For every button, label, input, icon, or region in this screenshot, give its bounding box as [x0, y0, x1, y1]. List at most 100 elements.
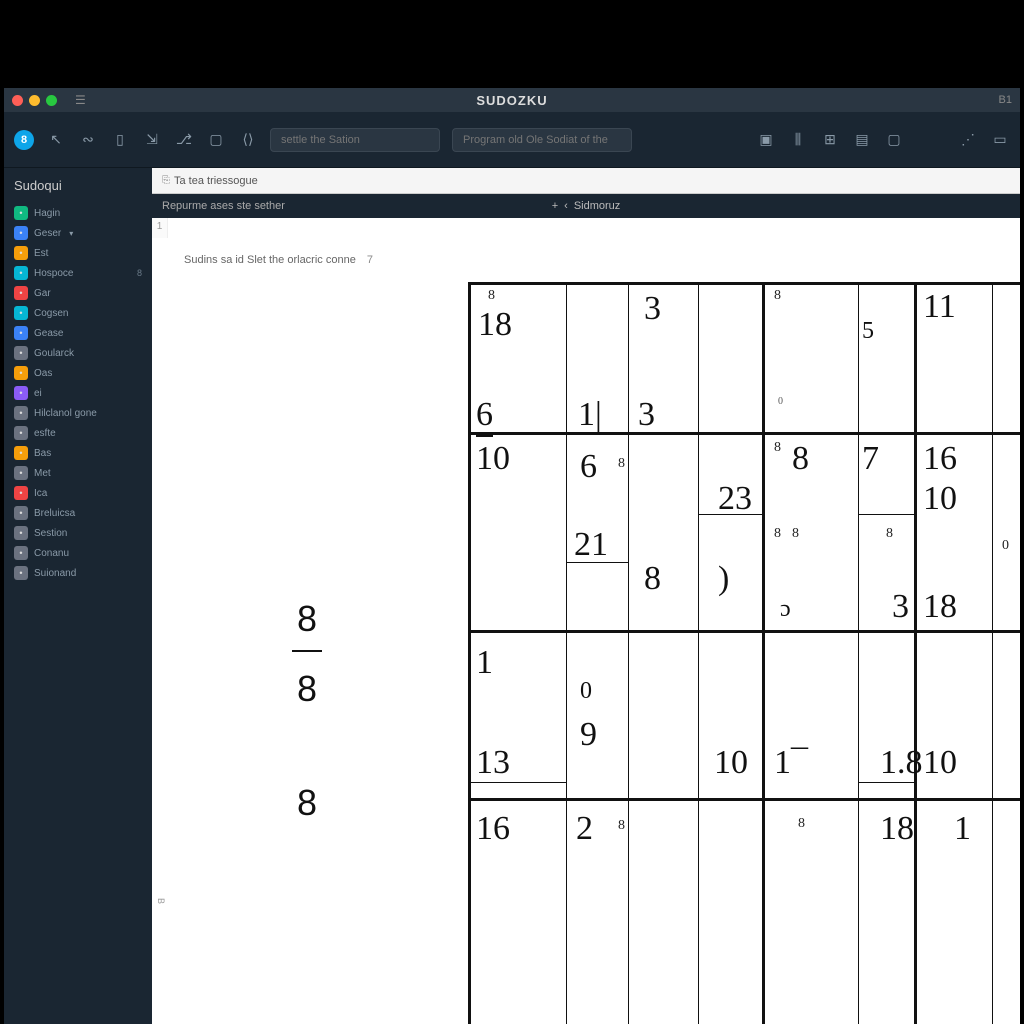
sidebar-item-10[interactable]: •Hilclanol gone: [12, 403, 144, 423]
sidebar-item-12[interactable]: •Bas: [12, 443, 144, 463]
grid-cell-5[interactable]: 11: [923, 288, 956, 326]
grid-cell-26[interactable]: ɔ: [780, 596, 791, 623]
sidebar-item-17[interactable]: •Conanu: [12, 543, 144, 563]
grid-cell-6[interactable]: 6: [476, 396, 493, 437]
breadcrumb: Repurme ases ste sether: [162, 200, 285, 212]
grid-cell-10[interactable]: 10: [476, 440, 510, 478]
grid-cell-39[interactable]: 8: [618, 818, 625, 834]
side-numbers: 8 8 8: [292, 598, 322, 824]
grid-cell-15[interactable]: 8: [792, 440, 809, 478]
grid-cell-8[interactable]: 3: [638, 396, 655, 434]
grid-cell-30[interactable]: 0: [580, 678, 592, 705]
sidebar-item-18[interactable]: •Suionand: [12, 563, 144, 583]
grid-cell-19[interactable]: 21: [574, 526, 608, 564]
traffic-lights: [12, 95, 57, 106]
grid-cell-38[interactable]: 2: [576, 810, 593, 848]
main-area: ⎘ Ta tea triessogue Repurme ases ste set…: [152, 168, 1020, 1024]
grid-cell-4[interactable]: 5: [862, 318, 874, 345]
list-icon[interactable]: ▤: [852, 131, 872, 148]
sidebar-item-9[interactable]: •ei: [12, 383, 144, 403]
sidebar-item-5[interactable]: •Cogsen: [12, 303, 144, 323]
grid-cell-22[interactable]: 8: [774, 526, 781, 542]
grid-cell-31[interactable]: 9: [580, 716, 597, 754]
grid-cell-17[interactable]: 16: [923, 440, 957, 478]
sidebar-item-1[interactable]: •Geser▾: [12, 223, 144, 243]
grid-cell-42[interactable]: 1: [954, 810, 971, 848]
sidebar-item-2[interactable]: •Est: [12, 243, 144, 263]
grid-cell-27[interactable]: 3: [892, 588, 909, 626]
grid-cell-13[interactable]: 23: [718, 480, 752, 518]
grid-cell-25[interactable]: 0: [1002, 538, 1009, 554]
grid-cell-41[interactable]: 18: [880, 810, 914, 848]
grid-cell-33[interactable]: 10: [714, 744, 748, 782]
square-icon[interactable]: ▢: [884, 131, 904, 148]
sidebar-icon: •: [14, 306, 28, 320]
grid-cell-21[interactable]: ): [718, 560, 729, 598]
grid-cell-14[interactable]: 8: [774, 440, 781, 456]
grid-cell-20[interactable]: 8: [644, 560, 661, 598]
sidebar-item-16[interactable]: •Sestion: [12, 523, 144, 543]
secondary-input[interactable]: [452, 128, 632, 152]
subheader-label: Sidmoruz: [574, 200, 620, 212]
grid-cell-35[interactable]: 1.8: [880, 744, 923, 782]
sidebar-item-8[interactable]: •Oas: [12, 363, 144, 383]
document-icon[interactable]: ▯: [110, 131, 130, 148]
sidebar-item-0[interactable]: •Hagin: [12, 203, 144, 223]
sidebar-item-7[interactable]: •Goularck: [12, 343, 144, 363]
grid-cell-16[interactable]: 7: [862, 440, 879, 478]
sidebar-icon: •: [14, 386, 28, 400]
sidebar-item-label: Ica: [34, 488, 47, 499]
sidebar-item-13[interactable]: •Met: [12, 463, 144, 483]
grid-cell-24[interactable]: 8: [886, 526, 893, 542]
sidebar-item-label: Geser: [34, 228, 61, 239]
search-input[interactable]: [270, 128, 440, 152]
code-icon[interactable]: ⟨⟩: [238, 131, 258, 148]
sidebar-item-15[interactable]: •Breluicsa: [12, 503, 144, 523]
sidebar-item-11[interactable]: •esfte: [12, 423, 144, 443]
grid-cell-28[interactable]: 18: [923, 588, 957, 626]
body: Sudoqui •Hagin•Geser▾•Est•Hospoce8•Gar•C…: [4, 168, 1020, 1024]
sidebar-item-6[interactable]: •Gease: [12, 323, 144, 343]
tab-active[interactable]: ⎘ Ta tea triessogue: [162, 175, 258, 187]
grid-cell-1[interactable]: 18: [478, 306, 512, 344]
plus-icon[interactable]: +: [552, 200, 558, 212]
sidebar-item-3[interactable]: •Hospoce8: [12, 263, 144, 283]
grid-cell-29[interactable]: 1: [476, 644, 493, 682]
layout-icon[interactable]: ▭: [990, 131, 1010, 148]
grid-cell-0[interactable]: 8: [488, 288, 495, 304]
grid-cell-3[interactable]: 8: [774, 288, 781, 304]
branch-icon[interactable]: ⎇: [174, 131, 194, 148]
titlebar-right-label: B1: [999, 94, 1012, 106]
grid-cell-34[interactable]: 1¯: [774, 744, 808, 782]
toolbar-badge[interactable]: 8: [14, 130, 34, 150]
grid-cell-23[interactable]: 8: [792, 526, 799, 542]
sidebar-item-label: Met: [34, 468, 51, 479]
grid-cell-18[interactable]: 10: [923, 480, 957, 518]
grid-cell-7[interactable]: 1|: [578, 396, 602, 434]
grid-cell-12[interactable]: 8: [618, 456, 625, 472]
grid-cell-40[interactable]: 8: [798, 816, 805, 832]
sidebar-item-14[interactable]: •Ica: [12, 483, 144, 503]
grid-cell-32[interactable]: 13: [476, 744, 510, 782]
toolbar: 8 ↖ ∾ ▯ ⇲ ⎇ ▢ ⟨⟩ ▣ ⫼ ⊞ ▤ ▢ ⋰ ▭: [4, 112, 1020, 168]
grid-cell-11[interactable]: 6: [580, 448, 597, 486]
minimize-window-button[interactable]: [29, 95, 40, 106]
menu-icon[interactable]: ☰: [75, 93, 86, 107]
bars-icon[interactable]: ⫼: [788, 131, 808, 148]
pointer-icon[interactable]: ↖: [46, 131, 66, 148]
grid-cell-2[interactable]: 3: [644, 290, 661, 328]
panel-icon[interactable]: ▣: [756, 131, 776, 148]
maximize-window-button[interactable]: [46, 95, 57, 106]
grid-icon[interactable]: ⊞: [820, 131, 840, 148]
more-icon[interactable]: ⋰: [958, 131, 978, 148]
puzzle-grid[interactable]: 8183851161|301068238871610218)8880ɔ31810…: [468, 282, 1020, 1024]
export-icon[interactable]: ⇲: [142, 131, 162, 148]
grid-cell-9[interactable]: 0: [778, 396, 783, 407]
folder-icon[interactable]: ▢: [206, 131, 226, 148]
close-window-button[interactable]: [12, 95, 23, 106]
grid-cell-36[interactable]: 10: [923, 744, 957, 782]
sidebar-item-4[interactable]: •Gar: [12, 283, 144, 303]
chevron-left-icon[interactable]: ‹: [564, 200, 568, 212]
link-icon[interactable]: ∾: [78, 131, 98, 148]
grid-cell-37[interactable]: 16: [476, 810, 510, 848]
